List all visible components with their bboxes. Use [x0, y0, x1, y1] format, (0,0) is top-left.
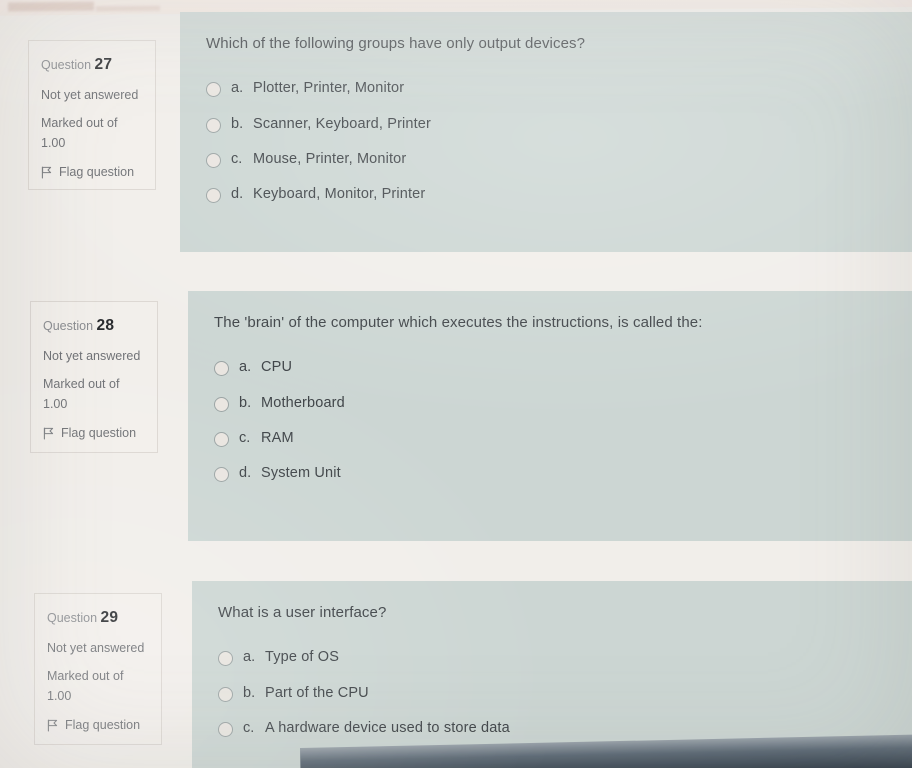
answer-option[interactable]: d. System Unit [214, 465, 912, 483]
question-word: Question [42, 319, 94, 333]
question-number-value: 29 [100, 609, 119, 626]
quiz-attempt-page: Question 27 Not yet answered Marked out … [0, 0, 912, 768]
question-status: Not yet answered [47, 641, 145, 656]
answer-key: c. [231, 151, 243, 168]
answer-key: b. [238, 394, 252, 411]
photographed-screen: Question 27 Not yet answered Marked out … [0, 0, 912, 768]
answer-options-list: a. Type of OS b. Part of the CPU c. A ha… [218, 649, 912, 738]
answer-option[interactable]: b. Part of the CPU [218, 685, 912, 702]
radio-button-icon[interactable] [214, 432, 229, 448]
answer-options-list: a. Plotter, Printer, Monitor b. Scanner,… [206, 80, 912, 204]
answer-option[interactable]: a. Plotter, Printer, Monitor [206, 80, 912, 98]
question-info-panel: Question 27 Not yet answered Marked out … [28, 40, 156, 190]
question-marks: Marked out of 1.00 [46, 669, 124, 703]
flag-question-label: Flag question [65, 718, 141, 733]
radio-button-icon[interactable] [206, 153, 221, 169]
answer-option[interactable]: d. Keyboard, Monitor, Printer [206, 186, 912, 204]
radio-button-icon[interactable] [206, 188, 221, 204]
flag-outline-icon [41, 166, 53, 179]
question-info-panel: Question 29 Not yet answered Marked out … [34, 593, 162, 745]
radio-button-icon[interactable] [214, 361, 229, 377]
question-block: Question 28 Not yet answered Marked out … [0, 281, 912, 573]
question-text: Which of the following groups have only … [206, 35, 586, 52]
answer-option[interactable]: a. Type of OS [218, 649, 912, 667]
answer-option[interactable]: c. A hardware device used to store data [218, 720, 912, 738]
radio-button-icon[interactable] [214, 396, 229, 412]
screen-surface: Question 27 Not yet answered Marked out … [0, 6, 912, 768]
answer-option[interactable]: a. CPU [214, 359, 912, 377]
question-word: Question [47, 611, 98, 625]
answer-key: d. [238, 465, 252, 482]
answer-text: Mouse, Printer, Monitor [252, 151, 407, 168]
answer-options-list: a. CPU b. Motherboard c. RAM d. System U… [214, 359, 912, 483]
answer-key: b. [242, 684, 256, 701]
answer-text: System Unit [261, 465, 341, 482]
radio-button-icon[interactable] [218, 686, 233, 702]
question-block: Question 27 Not yet answered Marked out … [0, 0, 912, 281]
answer-text: Type of OS [265, 649, 340, 666]
question-number: Question 27 [41, 53, 143, 77]
question-card: Which of the following groups have only … [180, 12, 912, 252]
answer-text: A hardware device used to store data [265, 720, 510, 737]
answer-key: d. [231, 186, 244, 203]
answer-key: a. [231, 80, 244, 97]
flag-outline-icon [43, 427, 55, 440]
answer-option[interactable]: c. RAM [214, 430, 912, 448]
question-text: The 'brain' of the computer which execut… [214, 314, 703, 331]
answer-text: CPU [261, 359, 293, 376]
answer-text: Plotter, Printer, Monitor [252, 80, 405, 97]
question-number-value: 28 [96, 317, 115, 334]
answer-key: a. [239, 359, 252, 376]
question-text: What is a user interface? [218, 604, 387, 621]
flag-question-label: Flag question [59, 165, 135, 180]
answer-option[interactable]: b. Motherboard [214, 395, 912, 412]
answer-key: b. [231, 115, 244, 132]
radio-button-icon[interactable] [218, 722, 233, 738]
answer-text: RAM [261, 430, 294, 447]
radio-button-icon[interactable] [218, 651, 233, 667]
question-status: Not yet answered [41, 88, 139, 103]
question-word: Question [40, 58, 92, 72]
answer-option[interactable]: b. Scanner, Keyboard, Printer [206, 116, 912, 133]
question-number: Question 28 [43, 314, 145, 338]
answer-key: a. [242, 649, 256, 666]
flag-question-button[interactable]: Flag question [41, 163, 143, 182]
radio-button-icon[interactable] [214, 467, 229, 483]
answer-key: c. [242, 720, 255, 737]
answer-option[interactable]: c. Mouse, Printer, Monitor [206, 151, 912, 169]
flag-outline-icon [47, 719, 59, 732]
question-marks: Marked out of 1.00 [43, 377, 120, 411]
question-status: Not yet answered [43, 349, 141, 364]
question-number-value: 27 [94, 56, 113, 73]
answer-text: Keyboard, Monitor, Printer [252, 186, 426, 203]
flag-question-button[interactable]: Flag question [47, 716, 149, 735]
radio-button-icon[interactable] [206, 82, 221, 98]
question-info-panel: Question 28 Not yet answered Marked out … [29, 301, 158, 453]
question-marks: Marked out of 1.00 [41, 116, 118, 150]
answer-text: Part of the CPU [265, 684, 369, 701]
flag-question-button[interactable]: Flag question [43, 424, 145, 443]
question-card: The 'brain' of the computer which execut… [188, 291, 912, 541]
answer-text: Scanner, Keyboard, Printer [252, 115, 431, 132]
question-number: Question 29 [47, 606, 149, 630]
answer-key: c. [238, 430, 251, 447]
radio-button-icon[interactable] [206, 117, 221, 133]
answer-text: Motherboard [261, 394, 345, 411]
flag-question-label: Flag question [60, 426, 137, 441]
